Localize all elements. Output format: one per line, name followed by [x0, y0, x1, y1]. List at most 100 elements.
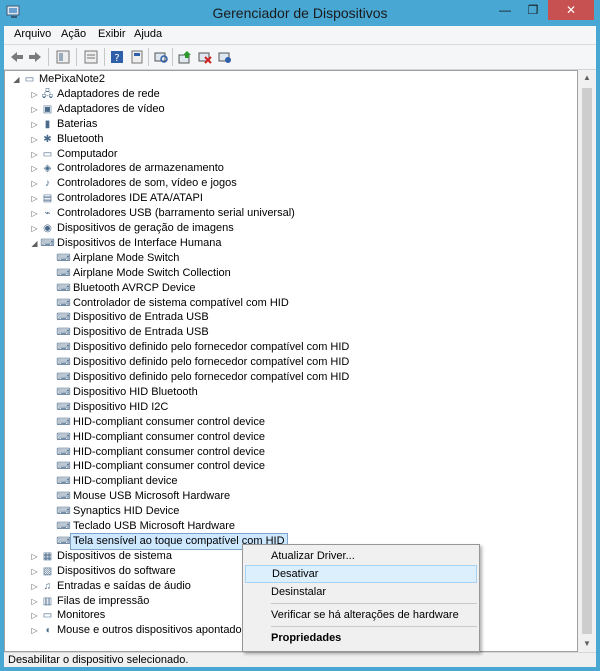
- tree-item[interactable]: ⌨ HID-compliant device: [5, 474, 575, 489]
- tree-item[interactable]: ▷ ♪ Controladores de som, vídeo e jogos: [5, 176, 575, 191]
- software-device-icon: ▧: [42, 565, 53, 577]
- expand-arrow-icon[interactable]: ▷: [30, 161, 39, 176]
- tree-item[interactable]: ⌨ HID-compliant consumer control device: [5, 430, 575, 445]
- hid-device-icon: ⌨: [56, 372, 71, 383]
- hid-device-icon: ⌨: [56, 431, 71, 443]
- tree-item-label: Baterias: [57, 117, 98, 130]
- uninstall-device-icon[interactable]: [216, 48, 234, 66]
- menu-scan-hardware[interactable]: Verificar se há alterações de hardware: [245, 606, 477, 624]
- expand-arrow-icon[interactable]: ▷: [30, 206, 39, 221]
- tree-item-label: MePixaNote2: [39, 73, 106, 85]
- tree-item[interactable]: ⌨ Dispositivo HID I2C: [5, 400, 575, 415]
- tree-item[interactable]: ▷ 🖧 Adaptadores de rede: [5, 87, 575, 102]
- scroll-down-icon[interactable]: ▼: [578, 636, 596, 652]
- menu-ajuda[interactable]: Ajuda: [134, 28, 162, 40]
- sound-icon: ♪: [45, 178, 50, 190]
- tree-item[interactable]: ▷ ▣ Adaptadores de vídeo: [5, 102, 575, 117]
- menu-arquivo[interactable]: Arquivo: [14, 28, 51, 40]
- toolbar: ?: [4, 45, 596, 70]
- tree-item[interactable]: ▷ ▮ Baterias: [5, 117, 575, 132]
- tree-item[interactable]: ▷ ◉ Dispositivos de geração de imagens: [5, 221, 575, 236]
- maximize-button[interactable]: ❐: [520, 0, 546, 20]
- tree-item[interactable]: ◢ ▭ MePixaNote2: [5, 72, 575, 87]
- tree-item-label: Bluetooth: [57, 132, 104, 145]
- menu-acao[interactable]: Ação: [61, 28, 86, 40]
- menu-uninstall[interactable]: Desinstalar: [245, 583, 477, 601]
- tree-item-label: Dispositivos de geração de imagens: [57, 222, 234, 234]
- minimize-button[interactable]: —: [492, 0, 518, 20]
- expand-arrow-icon[interactable]: ▷: [30, 564, 39, 579]
- expand-arrow-icon[interactable]: ▷: [30, 147, 39, 162]
- menu-separator: [271, 626, 477, 627]
- title-bar[interactable]: Gerenciador de Dispositivos — ❐ ✕: [0, 0, 600, 26]
- vertical-scrollbar[interactable]: ▲ ▼: [578, 70, 596, 652]
- expand-arrow-icon[interactable]: ▷: [30, 594, 39, 609]
- expand-arrow-icon[interactable]: ▷: [30, 132, 39, 147]
- help-book-icon[interactable]: [128, 48, 146, 66]
- tree-item[interactable]: ⌨ HID-compliant consumer control device: [5, 459, 575, 474]
- collapse-arrow-icon[interactable]: ◢: [30, 236, 39, 251]
- tree-item[interactable]: ⌨ Teclado USB Microsoft Hardware: [5, 519, 575, 534]
- menu-exibir[interactable]: Exibir: [98, 28, 126, 40]
- tree-item-label: Controladores de armazenamento: [57, 162, 224, 175]
- hid-device-icon: ⌨: [56, 297, 71, 309]
- properties-view-icon[interactable]: [54, 48, 72, 66]
- tree-item[interactable]: ▷ ✱ Bluetooth: [5, 132, 575, 147]
- tree-item[interactable]: ⌨ Bluetooth AVRCP Device: [5, 281, 575, 296]
- expand-arrow-icon[interactable]: ▷: [30, 221, 39, 236]
- tree-item[interactable]: ⌨ Synaptics HID Device: [5, 504, 575, 519]
- tree-item[interactable]: ⌨ Dispositivo definido pelo fornecedor co…: [5, 355, 575, 370]
- tree-item-label: Controladores USB (barramento serial uni…: [57, 207, 295, 220]
- tree-item[interactable]: ▷ ▭ Computador: [5, 147, 575, 162]
- menu-properties[interactable]: Propriedades: [245, 629, 477, 647]
- tree-item[interactable]: ⌨ Dispositivo definido pelo fornecedor co…: [5, 370, 575, 385]
- expand-arrow-icon[interactable]: ▷: [30, 549, 39, 564]
- tree-item[interactable]: ◢ ⌨ Dispositivos de Interface Humana: [5, 236, 575, 251]
- menu-update-driver[interactable]: Atualizar Driver...: [245, 547, 477, 565]
- tree-item[interactable]: ⌨ HID-compliant consumer control device: [5, 445, 575, 460]
- tree-item[interactable]: ▷ ◈ Controladores de armazenamento: [5, 161, 575, 176]
- tree-item-label: Entradas e saídas de áudio: [57, 579, 191, 592]
- list-view-icon[interactable]: [82, 48, 100, 66]
- tree-item[interactable]: ⌨ Dispositivo de Entrada USB: [5, 310, 575, 325]
- tree-item[interactable]: ⌨ Controlador de sistema compatível com H…: [5, 296, 575, 311]
- help-icon[interactable]: ?: [108, 48, 126, 66]
- disable-device-icon[interactable]: [196, 48, 214, 66]
- collapse-arrow-icon[interactable]: ◢: [12, 72, 21, 87]
- hid-device-icon: ⌨: [56, 282, 71, 294]
- tree-item[interactable]: ⌨ Dispositivo de Entrada USB: [5, 325, 575, 340]
- back-arrow-icon[interactable]: [8, 48, 26, 66]
- expand-arrow-icon[interactable]: ▷: [30, 87, 39, 102]
- hid-device-icon: ⌨: [56, 252, 71, 264]
- close-button[interactable]: ✕: [548, 0, 594, 20]
- tree-item[interactable]: ⌨ Airplane Mode Switch Collection: [5, 266, 575, 281]
- expand-arrow-icon[interactable]: ▷: [30, 102, 39, 117]
- tree-item[interactable]: ▷ ▤ Controladores IDE ATA/ATAPI: [5, 191, 575, 206]
- tree-item[interactable]: ⌨ HID-compliant consumer control device: [5, 415, 575, 430]
- tree-item-label: HID-compliant consumer control device: [73, 415, 265, 428]
- update-driver-icon[interactable]: [176, 48, 194, 66]
- menu-disable[interactable]: Desativar: [245, 565, 477, 583]
- expand-arrow-icon[interactable]: ▷: [30, 176, 39, 191]
- expand-arrow-icon[interactable]: ▷: [30, 623, 39, 638]
- scan-hardware-icon[interactable]: [152, 48, 170, 66]
- expand-arrow-icon[interactable]: ▷: [30, 608, 39, 623]
- tree-item[interactable]: ▷ ⌁ Controladores USB (barramento serial u…: [5, 206, 575, 221]
- status-bar: Desabilitar o dispositivo selecionado.: [4, 652, 596, 667]
- tree-item[interactable]: ⌨ Mouse USB Microsoft Hardware: [5, 489, 575, 504]
- tree-item-label: Bluetooth AVRCP Device: [73, 281, 196, 294]
- tree-item-label: HID-compliant device: [73, 475, 178, 488]
- hid-device-icon: ⌨: [56, 357, 71, 369]
- expand-arrow-icon[interactable]: ▷: [30, 579, 39, 594]
- tree-item-label: Dispositivo de Entrada USB: [73, 326, 209, 339]
- expand-arrow-icon[interactable]: ▷: [30, 191, 39, 206]
- scroll-thumb[interactable]: [582, 88, 592, 634]
- tree-item[interactable]: ⌨ Dispositivo definido pelo fornecedor co…: [5, 340, 575, 355]
- scroll-up-icon[interactable]: ▲: [578, 70, 596, 86]
- hid-device-icon: ⌨: [56, 327, 71, 339]
- tree-item[interactable]: ⌨ Airplane Mode Switch: [5, 251, 575, 266]
- forward-arrow-icon[interactable]: [26, 48, 44, 66]
- tree-item[interactable]: ⌨ Dispositivo HID Bluetooth: [5, 385, 575, 400]
- expand-arrow-icon[interactable]: ▷: [30, 117, 39, 132]
- context-menu: Atualizar Driver... Desativar Desinstala…: [242, 544, 480, 652]
